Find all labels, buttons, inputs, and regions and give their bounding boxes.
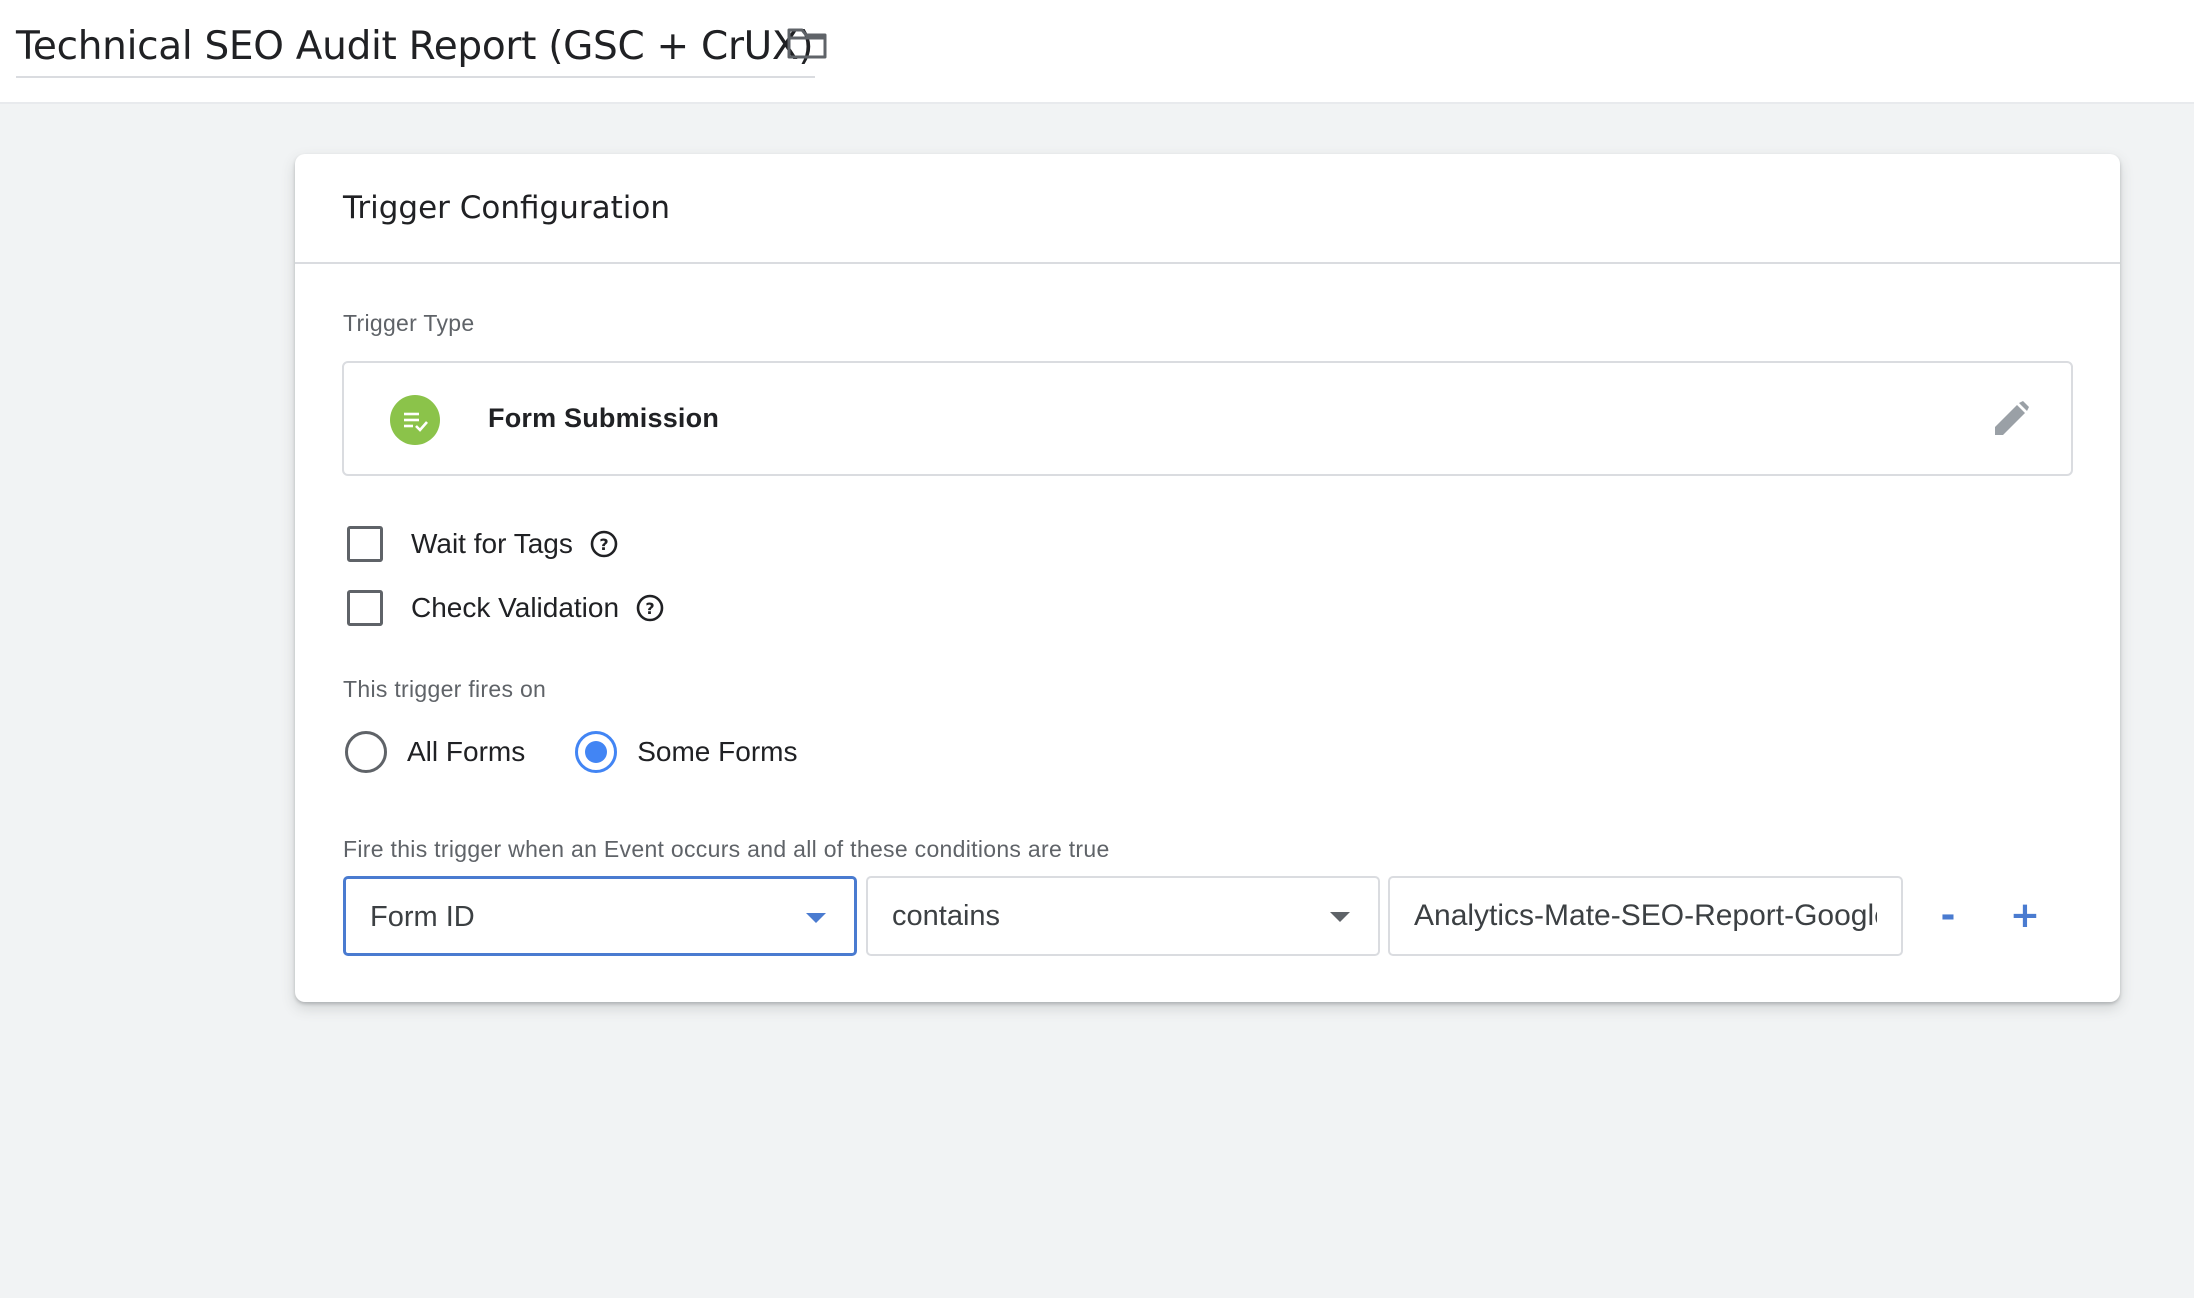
check-validation-checkbox[interactable]	[347, 590, 383, 626]
radio-label: All Forms	[407, 736, 526, 767]
help-icon[interactable]: ?	[589, 529, 619, 559]
trigger-type-label: Trigger Type	[343, 310, 475, 336]
trigger-configuration-card: Trigger Configuration Trigger Type Form …	[295, 154, 2120, 1002]
trigger-type-selector[interactable]: Form Submission	[342, 361, 2073, 476]
radio-button[interactable]	[345, 731, 387, 773]
radio-label: Some Forms	[637, 736, 798, 767]
wait-for-tags-option: Wait for Tags ?	[347, 524, 619, 564]
help-icon[interactable]: ?	[635, 593, 665, 623]
add-condition-button[interactable]: +	[1999, 890, 2051, 942]
variable-select-value: Form ID	[370, 901, 475, 933]
wait-for-tags-label[interactable]: Wait for Tags	[411, 528, 573, 560]
title-field[interactable]: Technical SEO Audit Report (GSC + CrUX)	[16, 16, 816, 78]
top-header: Technical SEO Audit Report (GSC + CrUX)	[0, 0, 2194, 104]
svg-text:?: ?	[599, 535, 608, 554]
radio-button-selected[interactable]	[575, 731, 618, 773]
check-validation-label[interactable]: Check Validation	[411, 592, 619, 624]
operator-select-value: contains	[892, 900, 1001, 932]
condition-label: Fire this trigger when an Event occurs a…	[343, 836, 1110, 862]
radio-some-forms[interactable]: Some Forms	[575, 731, 797, 773]
page-title[interactable]: Technical SEO Audit Report (GSC + CrUX)	[16, 24, 814, 69]
card-title: Trigger Configuration	[343, 190, 670, 226]
wait-for-tags-checkbox[interactable]	[347, 526, 383, 562]
remove-condition-button[interactable]: -	[1922, 890, 1974, 942]
radio-all-forms[interactable]: All Forms	[345, 731, 525, 773]
card-header: Trigger Configuration	[295, 154, 2120, 264]
fires-on-label: This trigger fires on	[343, 676, 547, 702]
fires-on-radio-group: All Forms Some Forms	[345, 730, 847, 774]
check-validation-option: Check Validation ?	[347, 588, 665, 628]
variable-select[interactable]: Form ID	[343, 876, 857, 956]
operator-select[interactable]: contains	[866, 876, 1380, 956]
pencil-icon[interactable]	[1991, 399, 2031, 439]
trigger-type-name: Form Submission	[488, 403, 720, 433]
svg-text:?: ?	[645, 599, 654, 618]
chevron-down-icon	[806, 913, 826, 923]
chevron-down-icon	[1330, 912, 1350, 922]
condition-value-input[interactable]	[1388, 876, 1903, 956]
form-submission-icon	[390, 395, 440, 445]
folder-icon[interactable]	[786, 26, 828, 60]
